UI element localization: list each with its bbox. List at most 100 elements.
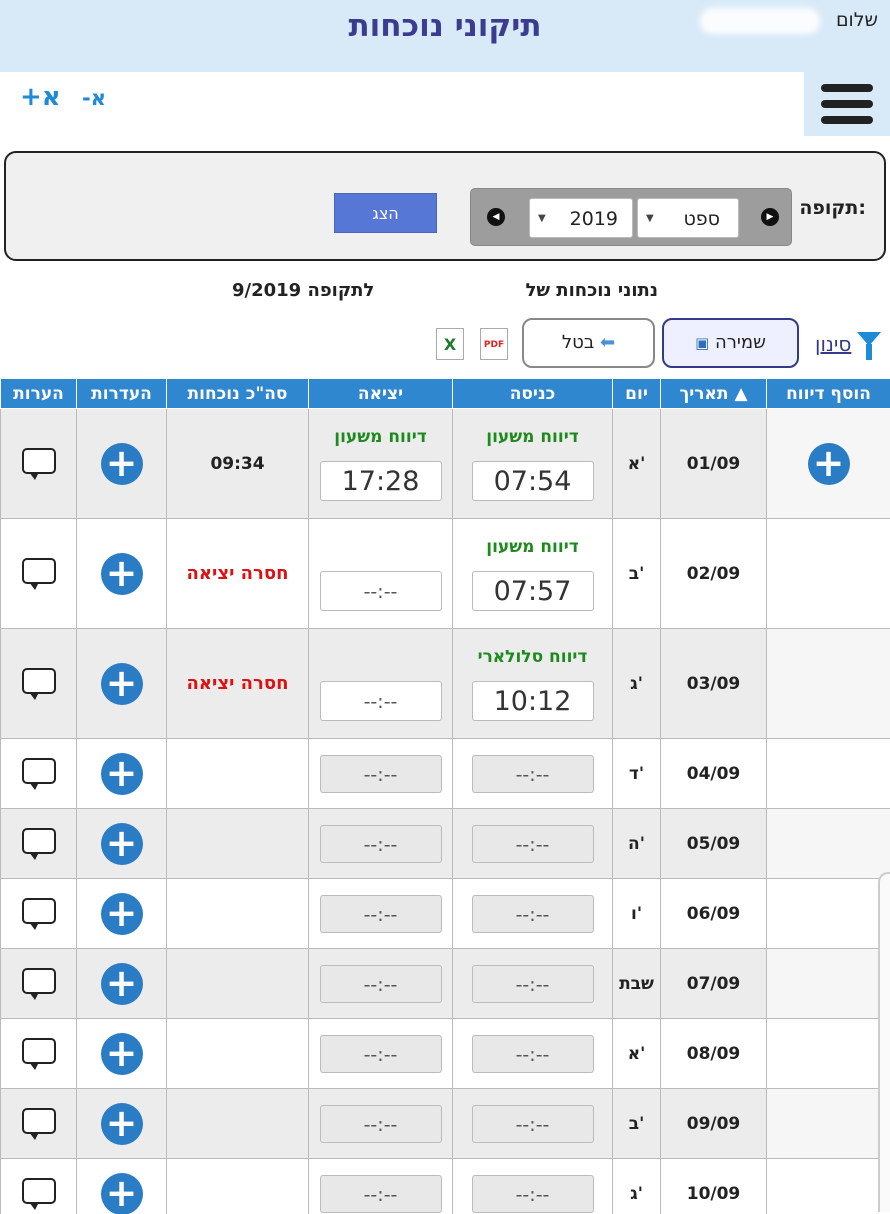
add-absence-icon[interactable]: + <box>100 442 143 485</box>
exit-cell: דיווח משעון 17:28 <box>308 408 453 519</box>
hamburger-menu-button[interactable] <box>804 72 890 136</box>
entry-time-input[interactable]: 07:54 <box>471 460 594 501</box>
table-header-row: הערות העדרות סה"כ נוכחות יציאה כניסה יום… <box>0 378 890 409</box>
day-cell: שבת <box>612 948 661 1019</box>
add-report-cell <box>766 948 890 1019</box>
entry-time-input: --:-- <box>471 1174 594 1213</box>
col-exit: יציאה <box>308 378 453 409</box>
entry-time-input: --:-- <box>471 964 594 1003</box>
total-cell <box>166 738 309 809</box>
chevron-down-icon: ▼ <box>646 213 654 224</box>
menu-icon <box>821 84 873 92</box>
total-cell <box>166 878 309 949</box>
add-absence-icon[interactable]: + <box>100 822 143 865</box>
add-absence-icon[interactable]: + <box>100 552 143 595</box>
entry-cell: דיווח משעון 07:54 <box>452 408 613 519</box>
date-cell: 02/09 <box>660 518 767 629</box>
exit-time-input: --:-- <box>319 894 442 933</box>
scrollbar[interactable] <box>878 872 890 1212</box>
cancel-button[interactable]: בטל ⬅ <box>522 318 655 368</box>
next-period-icon[interactable]: ▶ <box>761 208 779 226</box>
exit-time-input: --:-- <box>319 824 442 863</box>
total-cell <box>166 808 309 879</box>
table-row: + --:-- --:-- שבת 07/09 <box>0 948 890 1019</box>
entry-time-input: --:-- <box>471 824 594 863</box>
comment-icon[interactable] <box>21 1108 56 1140</box>
comment-icon[interactable] <box>21 1178 56 1210</box>
add-absence-icon[interactable]: + <box>100 662 143 705</box>
add-report-cell: + <box>766 408 890 519</box>
date-cell: 03/09 <box>660 628 767 739</box>
exit-time-input[interactable]: --:-- <box>319 570 442 611</box>
save-icon: ▣ <box>695 334 710 352</box>
exit-time-input: --:-- <box>319 1174 442 1213</box>
entry-time-input: --:-- <box>471 1034 594 1073</box>
date-cell: 01/09 <box>660 408 767 519</box>
comment-icon[interactable] <box>21 448 56 480</box>
filter-link[interactable]: סינון <box>815 332 851 356</box>
date-cell: 06/09 <box>660 878 767 949</box>
period-picker: ▶ ▼ ספט ▼ 2019 ◀ <box>470 188 792 246</box>
add-absence-icon[interactable]: + <box>100 1172 143 1214</box>
attendance-table: הערות העדרות סה"כ נוכחות יציאה כניסה יום… <box>0 378 890 1214</box>
excel-export-icon[interactable]: X <box>436 328 464 360</box>
prev-period-icon[interactable]: ◀ <box>487 208 505 226</box>
comment-icon[interactable] <box>21 1038 56 1070</box>
date-cell: 08/09 <box>660 1018 767 1089</box>
add-absence-icon[interactable]: + <box>100 892 143 935</box>
add-report-cell <box>766 738 890 809</box>
exit-time-input[interactable]: --:-- <box>319 680 442 721</box>
exit-report-type: דיווח משעון <box>334 426 427 447</box>
col-date[interactable]: תאריך ▲ <box>660 378 767 409</box>
table-row: + --:-- --:-- א' 08/09 <box>0 1018 890 1089</box>
exit-time-input: --:-- <box>319 754 442 793</box>
comment-icon[interactable] <box>21 668 56 700</box>
day-cell: ו' <box>612 878 661 949</box>
add-absence-icon[interactable]: + <box>100 1032 143 1075</box>
exit-time-input[interactable]: 17:28 <box>319 460 442 501</box>
total-cell <box>166 948 309 1019</box>
exit-time-input: --:-- <box>319 1104 442 1143</box>
add-absence-icon[interactable]: + <box>100 752 143 795</box>
comment-icon[interactable] <box>21 898 56 930</box>
entry-time-input[interactable]: 10:12 <box>471 680 594 721</box>
total-cell <box>166 1018 309 1089</box>
day-cell: ד' <box>612 738 661 809</box>
entry-cell: דיווח סלולארי 10:12 <box>452 628 613 739</box>
greeting-text: שלום <box>835 9 878 31</box>
add-report-cell <box>766 1158 890 1214</box>
col-absences: העדרות <box>76 378 167 409</box>
add-report-icon[interactable]: + <box>807 442 850 485</box>
comment-icon[interactable] <box>21 758 56 790</box>
add-report-cell <box>766 1088 890 1159</box>
table-row: + --:-- --:-- ה' 05/09 <box>0 808 890 879</box>
entry-time-input[interactable]: 07:57 <box>471 570 594 611</box>
period-filter-panel: תקופה: ▶ ▼ ספט ▼ 2019 ◀ הצג <box>4 151 886 261</box>
comment-icon[interactable] <box>21 968 56 1000</box>
add-report-cell <box>766 808 890 879</box>
save-button[interactable]: ▣ שמירה <box>662 318 799 368</box>
day-cell: ג' <box>612 628 661 739</box>
period-info-label: לתקופה 9/2019 <box>232 280 375 301</box>
add-report-cell <box>766 878 890 949</box>
date-cell: 05/09 <box>660 808 767 879</box>
comment-icon[interactable] <box>21 828 56 860</box>
add-absence-icon[interactable]: + <box>100 1102 143 1145</box>
comment-icon[interactable] <box>21 558 56 590</box>
pdf-export-icon[interactable]: PDF <box>480 328 508 360</box>
month-select[interactable]: ▼ ספט <box>637 198 739 238</box>
exit-time-input: --:-- <box>319 1034 442 1073</box>
add-report-cell <box>766 628 890 739</box>
year-select[interactable]: ▼ 2019 <box>529 198 633 238</box>
period-label: תקופה: <box>799 197 866 219</box>
font-decrease-button[interactable]: -א <box>82 86 106 110</box>
total-cell: חסרה יציאה <box>166 628 309 739</box>
show-button[interactable]: הצג <box>334 193 437 233</box>
add-absence-icon[interactable]: + <box>100 962 143 1005</box>
date-cell: 07/09 <box>660 948 767 1019</box>
day-cell: ה' <box>612 808 661 879</box>
entry-report-type: דיווח משעון <box>486 426 579 447</box>
font-increase-button[interactable]: +א <box>20 82 61 112</box>
notes-cell <box>0 408 77 519</box>
total-cell: חסרה יציאה <box>166 518 309 629</box>
